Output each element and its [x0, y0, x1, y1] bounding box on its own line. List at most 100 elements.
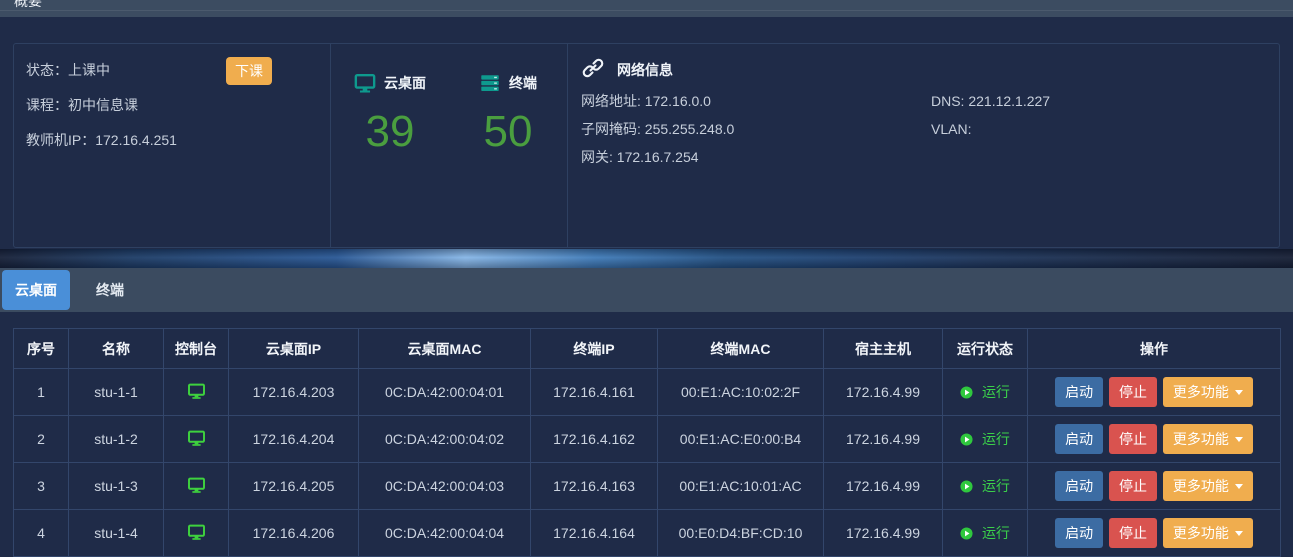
col-desktop-ip: 云桌面IP: [229, 329, 359, 369]
col-index: 序号: [14, 329, 69, 369]
table-row: 4 stu-1-4 172.16.4.206 0C:DA:42:00:04:04…: [14, 510, 1281, 557]
cell-terminal-ip: 172.16.4.161: [531, 369, 658, 416]
server-icon: [479, 72, 501, 94]
cell-status: 运行: [943, 416, 1028, 463]
network-gateway: 网关: 172.16.7.254: [581, 148, 734, 166]
cell-terminal-mac: 00:E0:D4:BF:CD:10: [658, 510, 824, 557]
course-text: 课程：初中信息课: [26, 95, 330, 115]
divider-glow: [0, 249, 1293, 268]
teacher-ip-text: 教师机IP：172.16.4.251: [26, 130, 330, 150]
status-text: 运行: [982, 478, 1010, 494]
status-text: 运行: [982, 384, 1010, 400]
cell-desktop-mac: 0C:DA:42:00:04:02: [359, 416, 531, 463]
chevron-down-icon: [1235, 484, 1243, 489]
table-row: 2 stu-1-2 172.16.4.204 0C:DA:42:00:04:02…: [14, 416, 1281, 463]
start-button[interactable]: 启动: [1055, 424, 1103, 454]
table-header-row: 序号 名称 控制台 云桌面IP 云桌面MAC 终端IP 终端MAC 宿主主机 运…: [14, 329, 1281, 369]
cell-terminal-ip: 172.16.4.162: [531, 416, 658, 463]
status-text: 运行: [982, 525, 1010, 541]
chevron-down-icon: [1235, 531, 1243, 536]
play-circle-icon: [960, 384, 982, 400]
header-divider: [0, 10, 1293, 11]
stats-section: 云桌面 39: [331, 44, 568, 247]
cell-desktop-mac: 0C:DA:42:00:04:03: [359, 463, 531, 510]
network-netmask: 子网掩码: 255.255.248.0: [581, 120, 734, 138]
network-dns: DNS: 221.12.1.227: [931, 92, 1050, 110]
table-body: 1 stu-1-1 172.16.4.203 0C:DA:42:00:04:01…: [14, 369, 1281, 557]
col-name: 名称: [69, 329, 164, 369]
terminal-count: 50: [484, 110, 533, 154]
cell-desktop-mac: 0C:DA:42:00:04:04: [359, 510, 531, 557]
network-address: 网络地址: 172.16.0.0: [581, 92, 734, 110]
cell-desktop-ip: 172.16.4.206: [229, 510, 359, 557]
col-host: 宿主主机: [824, 329, 943, 369]
more-functions-button[interactable]: 更多功能: [1163, 471, 1253, 501]
chevron-down-icon: [1235, 390, 1243, 395]
start-button[interactable]: 启动: [1055, 377, 1103, 407]
cell-actions: 启动 停止 更多功能: [1028, 463, 1281, 510]
play-circle-icon: [960, 478, 982, 494]
cell-terminal-mac: 00:E1:AC:E0:00:B4: [658, 416, 824, 463]
table-row: 1 stu-1-1 172.16.4.203 0C:DA:42:00:04:01…: [14, 369, 1281, 416]
play-circle-icon: [960, 431, 982, 447]
tab-bar: 云桌面 终端: [0, 268, 1293, 312]
cell-terminal-mac: 00:E1:AC:10:02:2F: [658, 369, 824, 416]
cell-actions: 启动 停止 更多功能: [1028, 416, 1281, 463]
cell-desktop-ip: 172.16.4.203: [229, 369, 359, 416]
cell-index: 4: [14, 510, 69, 557]
cell-terminal-mac: 00:E1:AC:10:01:AC: [658, 463, 824, 510]
cell-status: 运行: [943, 369, 1028, 416]
cell-index: 1: [14, 369, 69, 416]
stop-button[interactable]: 停止: [1109, 471, 1157, 501]
chevron-down-icon: [1235, 437, 1243, 442]
cell-index: 2: [14, 416, 69, 463]
cell-name: stu-1-4: [69, 510, 164, 557]
cell-host: 172.16.4.99: [824, 463, 943, 510]
col-actions: 操作: [1028, 329, 1281, 369]
cell-host: 172.16.4.99: [824, 369, 943, 416]
cell-desktop-ip: 172.16.4.205: [229, 463, 359, 510]
stop-button[interactable]: 停止: [1109, 518, 1157, 548]
tab-cloud-desktop[interactable]: 云桌面: [2, 270, 70, 310]
cell-name: stu-1-2: [69, 416, 164, 463]
play-circle-icon: [960, 525, 982, 541]
monitor-icon: [354, 72, 376, 94]
stop-button[interactable]: 停止: [1109, 377, 1157, 407]
cell-terminal-ip: 172.16.4.164: [531, 510, 658, 557]
console-monitor-icon[interactable]: [187, 429, 206, 447]
network-info-title: 网络信息: [617, 60, 673, 80]
status-text: 运行: [982, 431, 1010, 447]
class-status-section: 状态：上课中 下课 课程：初中信息课 教师机IP：172.16.4.251: [14, 44, 331, 247]
desktop-stat: 云桌面 39: [331, 44, 449, 247]
terminal-stat: 终端 50: [449, 44, 567, 247]
table-row: 3 stu-1-3 172.16.4.205 0C:DA:42:00:04:03…: [14, 463, 1281, 510]
cell-status: 运行: [943, 463, 1028, 510]
console-monitor-icon[interactable]: [187, 523, 206, 541]
cell-desktop-mac: 0C:DA:42:00:04:01: [359, 369, 531, 416]
link-icon: [581, 56, 605, 83]
page-header: 概要: [0, 0, 1293, 17]
end-class-button[interactable]: 下课: [226, 57, 272, 85]
col-status: 运行状态: [943, 329, 1028, 369]
cell-name: stu-1-1: [69, 369, 164, 416]
col-terminal-ip: 终端IP: [531, 329, 658, 369]
overview-panel: 状态：上课中 下课 课程：初中信息课 教师机IP：172.16.4.251 云桌…: [13, 43, 1280, 248]
cell-host: 172.16.4.99: [824, 510, 943, 557]
cell-actions: 启动 停止 更多功能: [1028, 369, 1281, 416]
start-button[interactable]: 启动: [1055, 518, 1103, 548]
stop-button[interactable]: 停止: [1109, 424, 1157, 454]
more-functions-button[interactable]: 更多功能: [1163, 518, 1253, 548]
console-monitor-icon[interactable]: [187, 382, 206, 400]
network-vlan: VLAN:: [931, 120, 1050, 138]
tab-terminal[interactable]: 终端: [83, 270, 137, 310]
cell-terminal-ip: 172.16.4.163: [531, 463, 658, 510]
cell-name: stu-1-3: [69, 463, 164, 510]
console-monitor-icon[interactable]: [187, 476, 206, 494]
cell-actions: 启动 停止 更多功能: [1028, 510, 1281, 557]
start-button[interactable]: 启动: [1055, 471, 1103, 501]
status-text: 状态：上课中: [26, 60, 330, 80]
col-console: 控制台: [164, 329, 229, 369]
more-functions-button[interactable]: 更多功能: [1163, 424, 1253, 454]
more-functions-button[interactable]: 更多功能: [1163, 377, 1253, 407]
desktop-count: 39: [366, 110, 415, 154]
